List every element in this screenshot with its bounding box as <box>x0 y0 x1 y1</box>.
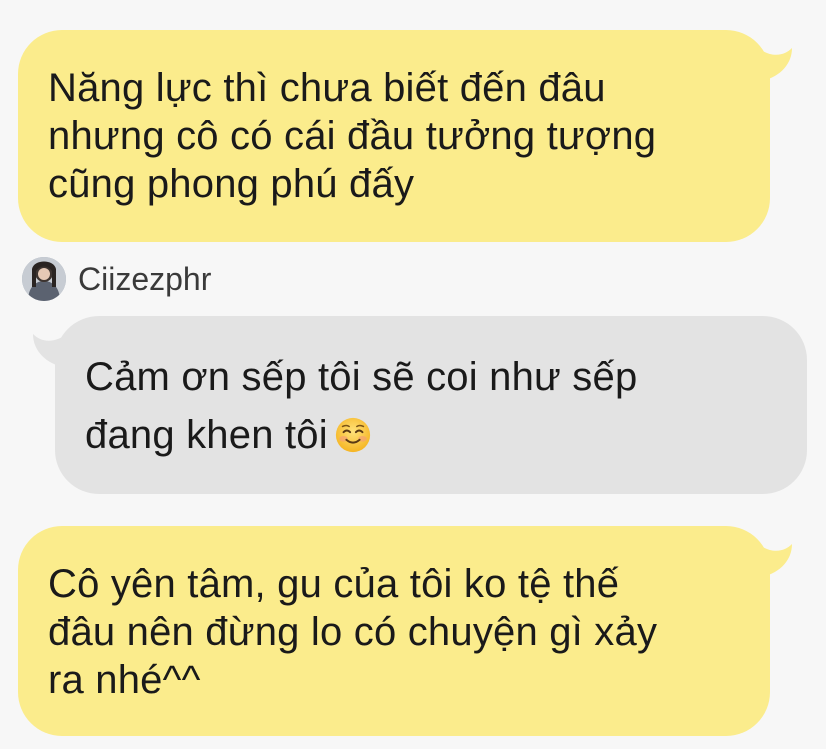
bubble-tail-icon <box>33 334 67 368</box>
bubble-tail-icon <box>758 48 792 82</box>
sender-row: Ciizezphr <box>22 256 211 302</box>
bubble-tail-icon <box>758 544 792 578</box>
incoming-message-bubble[interactable]: Cảm ơn sếp tôi sẽ coi như sếp đang khen … <box>33 316 807 494</box>
message-text: Cảm ơn sếp tôi sẽ coi như sếp đang khen … <box>85 348 777 464</box>
avatar-photo-icon <box>22 257 66 301</box>
avatar[interactable] <box>22 257 66 301</box>
message-text: Năng lực thì chưa biết đến đâu nhưng cô … <box>48 66 657 206</box>
outgoing-message-bubble[interactable]: Cô yên tâm, gu của tôi ko tệ thế đâu nên… <box>18 526 792 736</box>
chat-thread[interactable]: Năng lực thì chưa biết đến đâu nhưng cô … <box>0 0 826 749</box>
outgoing-message-bubble[interactable]: Năng lực thì chưa biết đến đâu nhưng cô … <box>18 30 792 242</box>
sender-name[interactable]: Ciizezphr <box>78 261 211 298</box>
smiling-face-emoji-icon <box>335 417 370 453</box>
message-text: Cô yên tâm, gu của tôi ko tệ thế đâu nên… <box>48 562 658 702</box>
